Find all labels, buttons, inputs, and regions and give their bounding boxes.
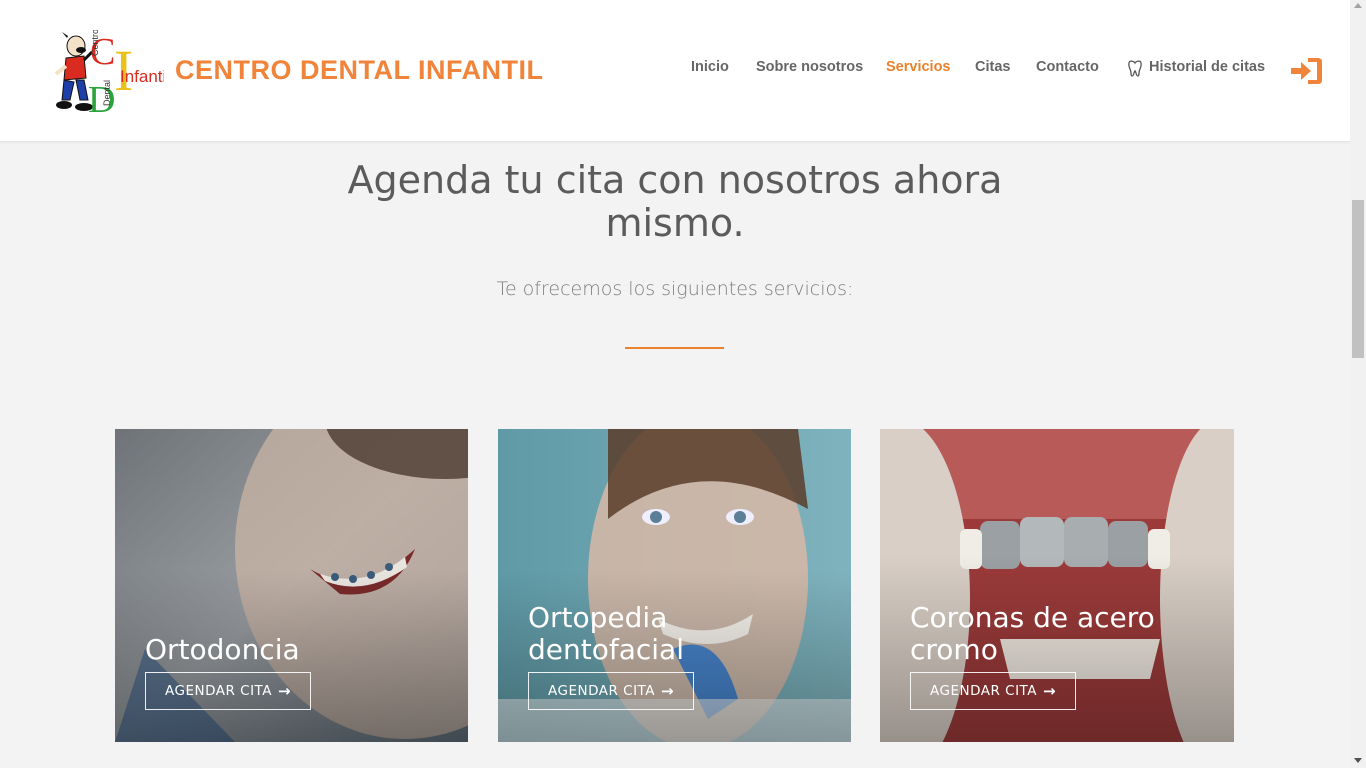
- arrow-right-icon: →: [661, 682, 675, 700]
- nav-item-sobre-nosotros[interactable]: Sobre nosotros: [756, 59, 863, 75]
- scroll-down-arrow-icon[interactable]: [1354, 758, 1362, 763]
- service-title: Ortopedia dentofacial: [528, 601, 684, 666]
- scrollbar[interactable]: [1350, 0, 1366, 768]
- service-title: Ortodoncia: [145, 633, 300, 666]
- page-headline: Agenda tu cita con nosotros ahora mismo.: [347, 158, 1003, 245]
- button-label: AGENDAR CITA: [165, 683, 272, 699]
- agendar-cita-button[interactable]: AGENDAR CITA →: [528, 672, 695, 710]
- site-header: C Centro I Infantil D Dental CENTRO DENT…: [0, 0, 1350, 142]
- nav-item-citas[interactable]: Citas: [975, 59, 1010, 75]
- logo-word-centro: Centro: [90, 30, 100, 56]
- tooth-icon[interactable]: [1125, 59, 1145, 79]
- agendar-cita-button[interactable]: AGENDAR CITA →: [910, 672, 1077, 710]
- service-title: Coronas de acero cromo: [910, 601, 1155, 666]
- service-card-coronas-de-acero-cromo[interactable]: Coronas de acero cromo AGENDAR CITA →: [880, 429, 1234, 742]
- logo-word-infantil: Infantil: [120, 67, 164, 86]
- arrow-right-icon: →: [1043, 682, 1057, 700]
- page-subtitle: Te ofrecemos los siguientes servicios:: [496, 278, 854, 300]
- arrow-right-icon: →: [278, 682, 292, 700]
- logo-word-dental: Dental: [102, 80, 112, 106]
- nav-item-historial-de-citas[interactable]: Historial de citas: [1149, 59, 1265, 75]
- scroll-up-arrow-icon[interactable]: [1354, 3, 1362, 8]
- brand-name[interactable]: CENTRO DENTAL INFANTIL: [175, 55, 544, 86]
- sign-in-icon[interactable]: [1289, 55, 1323, 87]
- button-label: AGENDAR CITA: [548, 683, 655, 699]
- scroll-thumb[interactable]: [1352, 200, 1364, 358]
- nav-item-servicios[interactable]: Servicios: [886, 59, 951, 75]
- section-divider: [625, 347, 724, 349]
- logo[interactable]: C Centro I Infantil D Dental: [54, 30, 164, 116]
- service-card-ortodoncia[interactable]: Ortodoncia AGENDAR CITA →: [115, 429, 468, 742]
- button-label: AGENDAR CITA: [930, 683, 1037, 699]
- nav-item-inicio[interactable]: Inicio: [691, 59, 729, 75]
- agendar-cita-button[interactable]: AGENDAR CITA →: [145, 672, 312, 710]
- service-card-ortopedia-dentofacial[interactable]: Ortopedia dentofacial AGENDAR CITA →: [498, 429, 851, 742]
- nav-item-contacto[interactable]: Contacto: [1036, 59, 1099, 75]
